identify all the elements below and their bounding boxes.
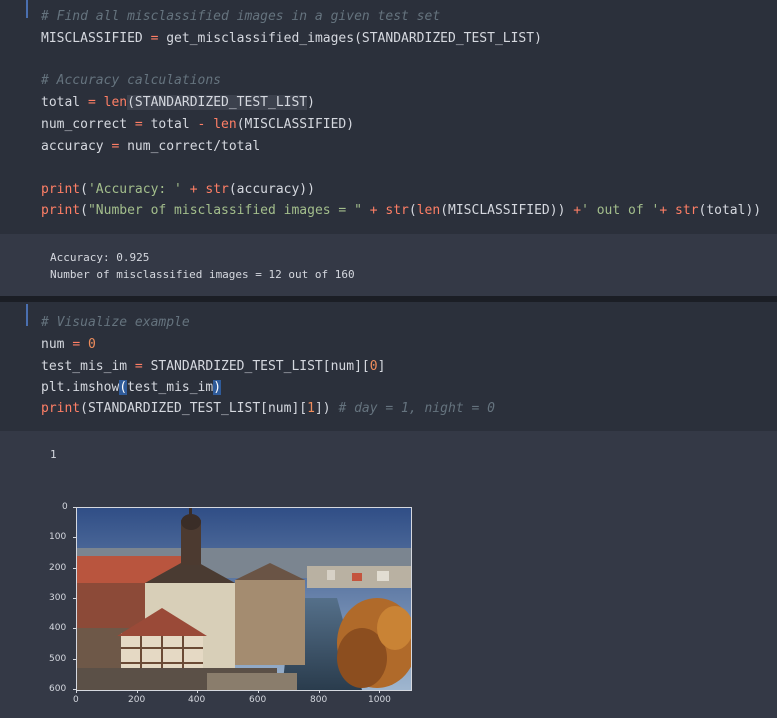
y-tick-label: 300 [49,593,67,603]
y-tick-mark [73,537,76,538]
y-tick-mark [73,507,76,508]
code-line[interactable]: plt.imshow(test_mis_im) [41,379,222,397]
y-tick-label: 100 [49,532,67,542]
code-line[interactable]: print(STANDARDIZED_TEST_LIST[num][1]) # … [41,400,495,418]
x-tick-label: 400 [188,695,206,705]
x-tick-label: 800 [310,695,328,705]
x-tick-label: 600 [249,695,267,705]
code-comment: # Accuracy calculations [41,73,222,88]
y-tick-mark [73,628,76,629]
cell-cursor-indicator [26,304,28,326]
output-printed-label: 1 [50,448,57,461]
x-tick-label: 200 [128,695,146,705]
x-tick-mark [137,690,138,693]
imshow-plot [76,507,412,691]
code-comment: # Visualize example [41,315,190,330]
code-line[interactable]: total = len(STANDARDIZED_TEST_LIST) [41,94,315,112]
output-accuracy: Accuracy: 0.925 [50,251,150,264]
x-tick-label: 1000 [368,695,391,705]
y-tick-label: 600 [49,684,67,694]
y-tick-label: 200 [49,563,67,573]
code-cell-2[interactable]: # Visualize example num = 0 test_mis_im … [0,302,777,431]
code-line[interactable]: test_mis_im = STANDARDIZED_TEST_LIST[num… [41,358,385,376]
code-line[interactable]: num_correct = total - len(MISCLASSIFIED) [41,116,354,134]
code-cell-1[interactable]: # Find all misclassified images in a giv… [0,0,777,234]
code-line[interactable]: print("Number of misclassified images = … [41,202,761,220]
output-misclassified-count: Number of misclassified images = 12 out … [50,268,355,281]
x-tick-mark [379,690,380,693]
y-tick-mark [73,659,76,660]
y-tick-label: 0 [62,502,68,512]
x-tick-mark [258,690,259,693]
code-line[interactable]: print('Accuracy: ' + str(accuracy)) [41,181,315,199]
code-line[interactable]: num = 0 [41,336,96,354]
y-tick-label: 400 [49,623,67,633]
town-photo-icon [77,508,411,690]
x-tick-mark [76,690,77,693]
x-tick-label: 0 [73,695,79,705]
cell-cursor-indicator [26,0,28,18]
code-line[interactable]: MISCLASSIFIED = get_misclassified_images… [41,30,542,48]
output-area-1: Accuracy: 0.925 Number of misclassified … [0,234,777,296]
y-tick-mark [73,568,76,569]
code-line[interactable]: accuracy = num_correct/total [41,138,260,156]
x-tick-mark [319,690,320,693]
y-tick-mark [73,598,76,599]
y-tick-label: 500 [49,654,67,664]
code-comment: # Find all misclassified images in a giv… [41,9,441,24]
x-tick-mark [197,690,198,693]
